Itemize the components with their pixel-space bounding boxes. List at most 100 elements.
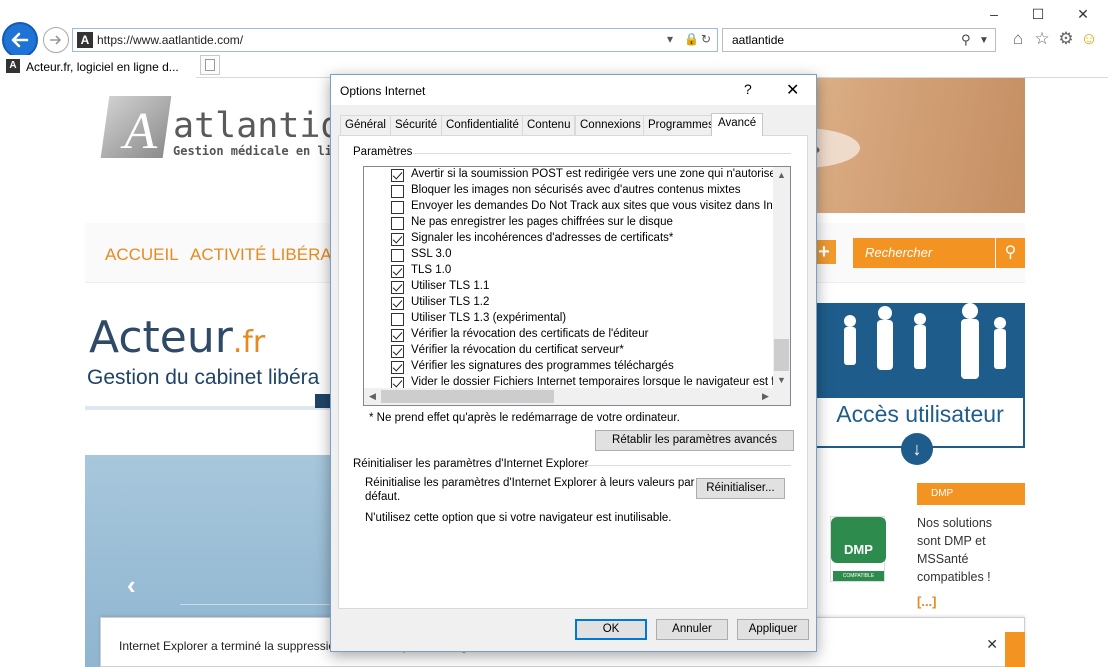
new-tab-icon — [205, 59, 215, 71]
maximize-icon[interactable]: ☐ — [1028, 4, 1048, 24]
tab-avance[interactable]: Avancé — [711, 113, 764, 136]
setting-row[interactable]: Envoyer les demandes Do Not Track aux si… — [364, 199, 774, 215]
arrow-right-icon — [50, 35, 62, 45]
cancel-button[interactable]: Annuler — [656, 619, 728, 640]
menu-item-activite-liberale[interactable]: ACTIVITÉ LIBÉRAL — [190, 245, 341, 265]
checkbox-checked[interactable] — [391, 281, 404, 294]
horizontal-scrollbar[interactable]: ◀ ▶ — [364, 388, 774, 405]
new-tab-button[interactable] — [200, 55, 220, 75]
scroll-down-icon[interactable]: ▼ — [773, 372, 790, 389]
forward-button[interactable] — [43, 27, 69, 53]
checkbox-unchecked[interactable] — [391, 313, 404, 326]
back-button[interactable] — [2, 22, 38, 58]
people-silhouette-icon — [844, 303, 1006, 379]
checkbox-unchecked[interactable] — [391, 249, 404, 262]
internet-options-dialog: Options Internet ? ✕ Général Sécurité Co… — [330, 74, 817, 652]
close-window-icon[interactable]: ✕ — [1073, 4, 1093, 24]
scroll-right-icon[interactable]: ▶ — [757, 388, 774, 405]
reset-description: Réinitialise les paramètres d'Internet E… — [365, 477, 695, 489]
user-access-card[interactable]: Accès utilisateur ↓ — [815, 303, 1025, 465]
chevron-left-icon[interactable]: ‹ — [127, 570, 136, 601]
setting-row[interactable]: Avertir si la soumission POST est rediri… — [364, 167, 774, 183]
setting-row[interactable]: TLS 1.0 — [364, 263, 774, 279]
vertical-scroll-thumb[interactable] — [774, 339, 789, 371]
setting-row[interactable]: Vérifier la révocation des certificats d… — [364, 327, 774, 343]
setting-row[interactable]: Ne pas enregistrer les pages chiffrées s… — [364, 215, 774, 231]
smiley-feedback-icon[interactable]: ☺ — [1078, 28, 1100, 50]
checkbox-checked[interactable] — [391, 297, 404, 310]
tab-programmes[interactable]: Programmes — [643, 115, 719, 135]
checkbox-unchecked[interactable] — [391, 217, 404, 230]
site-favicon-icon: A — [77, 32, 93, 48]
restore-advanced-button[interactable]: Rétablir les paramètres avancés — [595, 430, 794, 451]
advanced-panel: Paramètres Avertir si la soumission POST… — [338, 135, 808, 609]
acteur-title: Acteur.fr — [89, 312, 266, 363]
horizontal-scroll-thumb[interactable] — [381, 390, 554, 403]
reset-button[interactable]: Réinitialiser... — [696, 478, 785, 499]
close-notification-icon[interactable]: ✕ — [986, 636, 998, 653]
search-query: aatlantide — [732, 33, 785, 47]
lock-icon[interactable]: 🔒 — [684, 32, 699, 46]
browser-tab[interactable]: A Acteur.fr, logiciel en ligne d... — [0, 55, 196, 78]
search-icon[interactable]: ⚲ — [961, 32, 971, 48]
search-dropdown-icon[interactable]: ▼ — [979, 35, 989, 46]
checkbox-unchecked[interactable] — [391, 185, 404, 198]
help-icon[interactable]: ? — [744, 81, 752, 97]
setting-row[interactable]: Utiliser TLS 1.1 — [364, 279, 774, 295]
arrow-down-icon[interactable]: ↓ — [901, 433, 933, 465]
dmp-logo-caption: COMPATIBLE — [833, 571, 884, 581]
minimize-icon[interactable]: – — [984, 4, 1004, 24]
setting-row[interactable]: Utiliser TLS 1.3 (expérimental) — [364, 311, 774, 327]
checkbox-checked[interactable] — [391, 265, 404, 278]
setting-row[interactable]: Signaler les incohérences d'adresses de … — [364, 231, 774, 247]
checkbox-unchecked[interactable] — [391, 201, 404, 214]
tab-general[interactable]: Général — [340, 115, 391, 135]
browser-chrome: A https://www.aatlantide.com/ ▾ 🔒 ↻ aatl… — [0, 0, 1108, 78]
tab-confidentialite[interactable]: Confidentialité — [441, 115, 524, 135]
close-dialog-icon[interactable]: ✕ — [786, 80, 799, 100]
vertical-scrollbar[interactable]: ▲ ▼ — [773, 167, 790, 389]
params-group-title: Paramètres — [353, 146, 413, 158]
checkbox-checked[interactable] — [391, 233, 404, 246]
site-search-button[interactable]: ⚲ — [995, 238, 1025, 268]
setting-label: Utiliser TLS 1.1 — [411, 280, 490, 292]
address-bar[interactable]: A https://www.aatlantide.com/ ▾ 🔒 ↻ — [72, 28, 718, 52]
setting-row[interactable]: Bloquer les images non sécurisés avec d'… — [364, 183, 774, 199]
setting-row[interactable]: Vérifier la révocation du certificat ser… — [364, 343, 774, 359]
refresh-icon[interactable]: ↻ — [701, 32, 711, 46]
apply-button[interactable]: Appliquer — [737, 619, 809, 640]
setting-row[interactable]: Vérifier les signatures des programmes t… — [364, 359, 774, 375]
checkbox-checked[interactable] — [391, 361, 404, 374]
tab-securite[interactable]: Sécurité — [390, 115, 443, 135]
tab-connexions[interactable]: Connexions — [575, 115, 646, 135]
setting-label: Avertir si la soumission POST est rediri… — [411, 168, 774, 180]
scroll-left-icon[interactable]: ◀ — [364, 388, 381, 405]
dropdown-arrow-icon[interactable]: ▾ — [667, 32, 673, 46]
restart-note: * Ne prend effet qu'après le redémarrage… — [369, 412, 680, 424]
tab-contenu[interactable]: Contenu — [522, 115, 576, 135]
dmp-more-link[interactable]: [...] — [917, 594, 937, 609]
menu-item-accueil[interactable]: ACCUEIL — [105, 245, 179, 265]
checkbox-checked[interactable] — [391, 169, 404, 182]
setting-label: TLS 1.0 — [411, 264, 452, 276]
search-box[interactable]: aatlantide ⚲ ▼ — [722, 28, 996, 52]
site-search-placeholder: Rechercher — [865, 245, 933, 260]
gear-icon[interactable]: ⚙ — [1055, 28, 1077, 50]
site-search-input[interactable]: Rechercher — [853, 238, 995, 268]
checkbox-checked[interactable] — [391, 329, 404, 342]
ok-button[interactable]: OK — [575, 619, 647, 640]
home-icon[interactable]: ⌂ — [1007, 28, 1029, 50]
setting-row[interactable]: SSL 3.0 — [364, 247, 774, 263]
logo-subtitle: Gestion médicale en li — [173, 144, 332, 158]
acteur-banner[interactable]: Acteur.fr Gestion du cabinet libéra — [85, 298, 345, 410]
favorites-star-icon[interactable]: ☆ — [1031, 28, 1053, 50]
acteur-subtitle: Gestion du cabinet libéra — [87, 366, 320, 389]
settings-list[interactable]: Avertir si la soumission POST est rediri… — [363, 166, 791, 406]
setting-row[interactable]: Utiliser TLS 1.2 — [364, 295, 774, 311]
arrow-left-icon — [11, 32, 29, 48]
scroll-up-icon[interactable]: ▲ — [773, 167, 790, 184]
checkbox-checked[interactable] — [391, 345, 404, 358]
logo-mark: A — [100, 96, 172, 160]
setting-label: Utiliser TLS 1.3 (expérimental) — [411, 312, 567, 324]
dmp-header: DMP — [917, 483, 1025, 505]
